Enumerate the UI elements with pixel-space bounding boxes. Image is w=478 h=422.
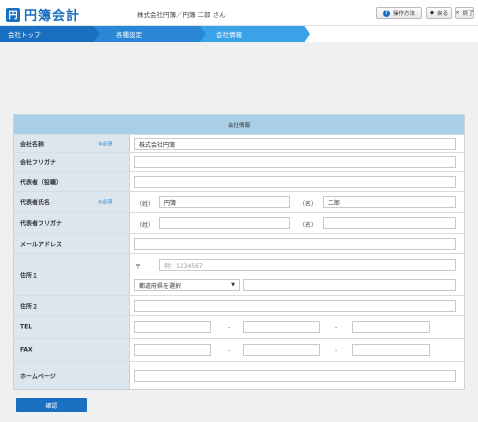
fax-label: FAX: [20, 346, 33, 354]
back-button-label: 戻る: [437, 11, 449, 17]
tel-input-3[interactable]: [352, 321, 430, 333]
last-name-input[interactable]: 円簿: [159, 196, 290, 208]
postal-mark: 〒: [135, 264, 142, 271]
tel-separator: -: [228, 324, 231, 331]
help-button[interactable]: ? 操作方法: [376, 7, 422, 19]
tel-label: TEL: [20, 323, 33, 331]
first-name-kana-input[interactable]: [323, 217, 456, 229]
row-company-name: 会社名称 ※必須 株式会社円簿: [14, 134, 464, 152]
close-icon: ×: [455, 10, 460, 16]
postal-code-input[interactable]: 例：1234567: [159, 259, 456, 271]
required-mark: ※必須: [98, 141, 113, 147]
breadcrumb: 会社トップ 各種設定 会社情報: [0, 26, 478, 42]
breadcrumb-company-info: 会社情報: [200, 26, 310, 42]
row-company-kana: 会社フリガナ: [14, 152, 464, 171]
email-label: メールアドレス: [20, 241, 63, 248]
row-representative-title: 代表者（役職）: [14, 171, 464, 191]
last-name-kana-input[interactable]: [159, 217, 290, 229]
first-name-kana-prefix: （名）: [299, 222, 318, 229]
homepage-input[interactable]: [134, 370, 456, 382]
row-representative-kana: 代表者フリガナ （姓） （名）: [14, 212, 464, 233]
first-name-prefix: （名）: [299, 201, 318, 208]
company-user-label: 株式会社円簿／円簿 二郎 さん: [137, 11, 226, 19]
exit-button[interactable]: × 終了: [455, 7, 474, 19]
row-tel: TEL - -: [14, 315, 464, 338]
city-input[interactable]: [243, 279, 456, 291]
row-fax: FAX - -: [14, 338, 464, 361]
required-mark: ※必須: [98, 199, 113, 206]
row-address1: 住所１ 〒 例：1234567 都道府県を選択 ▼: [14, 253, 464, 295]
address2-label: 住所２: [20, 303, 39, 310]
company-kana-input[interactable]: [134, 156, 456, 168]
homepage-label: ホームページ: [20, 373, 56, 380]
prefecture-select[interactable]: 都道府県を選択 ▼: [134, 279, 240, 291]
back-arrow-icon: ◆: [429, 10, 435, 16]
fax-input-3[interactable]: [352, 344, 430, 356]
representative-title-input[interactable]: [134, 176, 456, 188]
chevron-down-icon: ▼: [231, 282, 235, 288]
help-icon: ?: [382, 9, 390, 17]
representative-name-label: 代表者氏名: [20, 199, 51, 207]
address1-label: 住所１: [20, 272, 39, 279]
fax-separator: -: [228, 347, 231, 354]
row-homepage: ホームページ: [14, 361, 464, 389]
first-name-input[interactable]: 二郎: [323, 196, 456, 208]
fax-input-2[interactable]: [243, 344, 320, 356]
representative-title-label: 代表者（役職）: [20, 179, 63, 186]
tel-input-2[interactable]: [243, 321, 320, 333]
row-email: メールアドレス: [14, 233, 464, 253]
company-kana-label: 会社フリガナ: [20, 159, 57, 167]
tel-input-1[interactable]: [134, 321, 211, 333]
exit-button-label: 終了: [462, 11, 474, 17]
company-name-input[interactable]: 株式会社円簿: [134, 138, 456, 150]
last-name-kana-prefix: （姓）: [136, 222, 155, 229]
logo-icon: 円: [6, 7, 20, 22]
breadcrumb-settings[interactable]: 各種設定: [94, 26, 206, 42]
prefecture-select-value: 都道府県を選択: [139, 282, 182, 290]
address2-input[interactable]: [134, 300, 456, 312]
fax-input-1[interactable]: [134, 344, 211, 356]
help-button-label: 操作方法: [392, 11, 415, 17]
form-title: 会社情報: [14, 115, 464, 134]
last-name-prefix: （姓）: [136, 201, 155, 208]
tel-separator: -: [335, 324, 338, 331]
breadcrumb-company-top[interactable]: 会社トップ: [0, 26, 100, 42]
row-representative-name: 代表者氏名 ※必須 （姓） 円簿 （名） 二郎: [14, 191, 464, 212]
fax-separator: -: [335, 347, 338, 354]
app-logo: 円 円簿会計: [6, 5, 80, 24]
company-name-label: 会社名称: [20, 141, 45, 148]
app-name: 円簿会計: [24, 9, 81, 24]
company-info-form: 会社情報 会社名称 ※必須 株式会社円簿 会社フリガナ 代表者（役職） 代表者氏…: [13, 114, 465, 390]
row-address2: 住所２: [14, 295, 464, 315]
email-input[interactable]: [134, 238, 456, 250]
representative-kana-label: 代表者フリガナ: [20, 220, 63, 228]
back-button[interactable]: ◆ 戻る: [426, 7, 452, 19]
app-header: 円 円簿会計 株式会社円簿／円簿 二郎 さん ? 操作方法 ◆ 戻る × 終了: [0, 0, 478, 26]
confirm-button[interactable]: 確認: [16, 398, 87, 412]
